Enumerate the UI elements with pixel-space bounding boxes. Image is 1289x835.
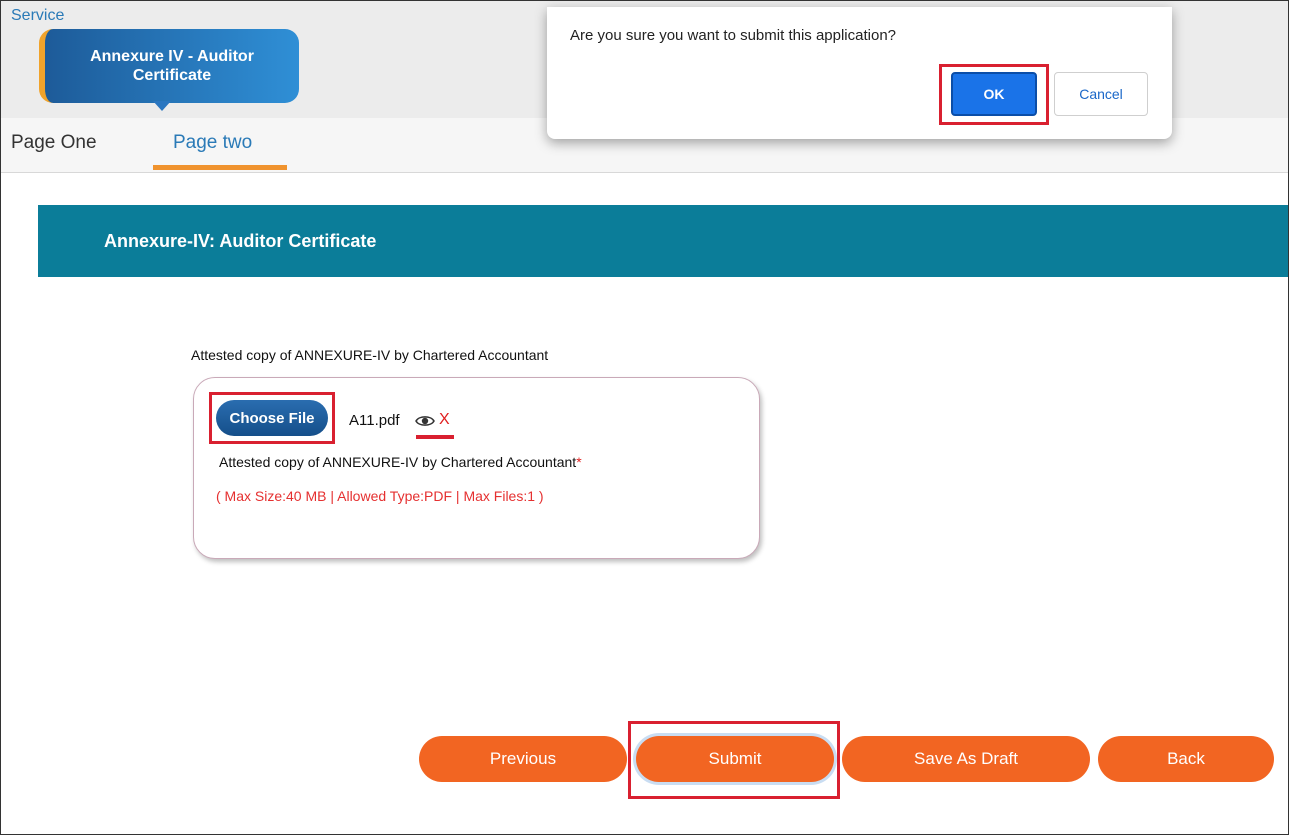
dialog-message: Are you sure you want to submit this app… xyxy=(570,27,897,44)
previous-button[interactable]: Previous xyxy=(419,736,627,782)
dialog-ok-button[interactable]: OK xyxy=(951,72,1037,116)
file-upload-card: Choose File A11.pdf X Attested copy of A… xyxy=(193,377,760,559)
uploaded-file-name: A11.pdf xyxy=(349,412,400,429)
upload-field-label: Attested copy of ANNEXURE-IV by Chartere… xyxy=(191,347,549,363)
section-header: Annexure-IV: Auditor Certificate xyxy=(38,205,1288,277)
upload-card-label-text: Attested copy of ANNEXURE-IV by Chartere… xyxy=(219,454,577,470)
tab-page-two[interactable]: Page two xyxy=(173,132,252,154)
service-title: Annexure IV - Auditor Certificate xyxy=(90,48,254,84)
page-frame: Service Annexure IV - Auditor Certificat… xyxy=(0,0,1289,835)
confirm-dialog: Are you sure you want to submit this app… xyxy=(547,7,1172,139)
choose-file-button[interactable]: Choose File xyxy=(216,400,328,436)
save-as-draft-button[interactable]: Save As Draft xyxy=(842,736,1090,782)
upload-card-label: Attested copy of ANNEXURE-IV by Chartere… xyxy=(219,454,582,470)
submit-button[interactable]: Submit xyxy=(636,736,834,782)
service-breadcrumb-link[interactable]: Service xyxy=(11,7,64,25)
tab-page-one[interactable]: Page One xyxy=(11,132,97,154)
required-marker: * xyxy=(576,454,582,470)
active-tab-indicator xyxy=(153,165,287,170)
remove-file-highlight xyxy=(416,435,454,439)
dialog-cancel-button[interactable]: Cancel xyxy=(1054,72,1148,116)
eye-icon[interactable] xyxy=(415,414,435,428)
service-title-badge: Annexure IV - Auditor Certificate xyxy=(39,29,299,103)
remove-file-button[interactable]: X xyxy=(439,411,450,429)
back-button[interactable]: Back xyxy=(1098,736,1274,782)
service-badge-caret xyxy=(153,101,171,111)
upload-constraints-note: ( Max Size:40 MB | Allowed Type:PDF | Ma… xyxy=(216,488,544,504)
section-title: Annexure-IV: Auditor Certificate xyxy=(104,231,377,251)
